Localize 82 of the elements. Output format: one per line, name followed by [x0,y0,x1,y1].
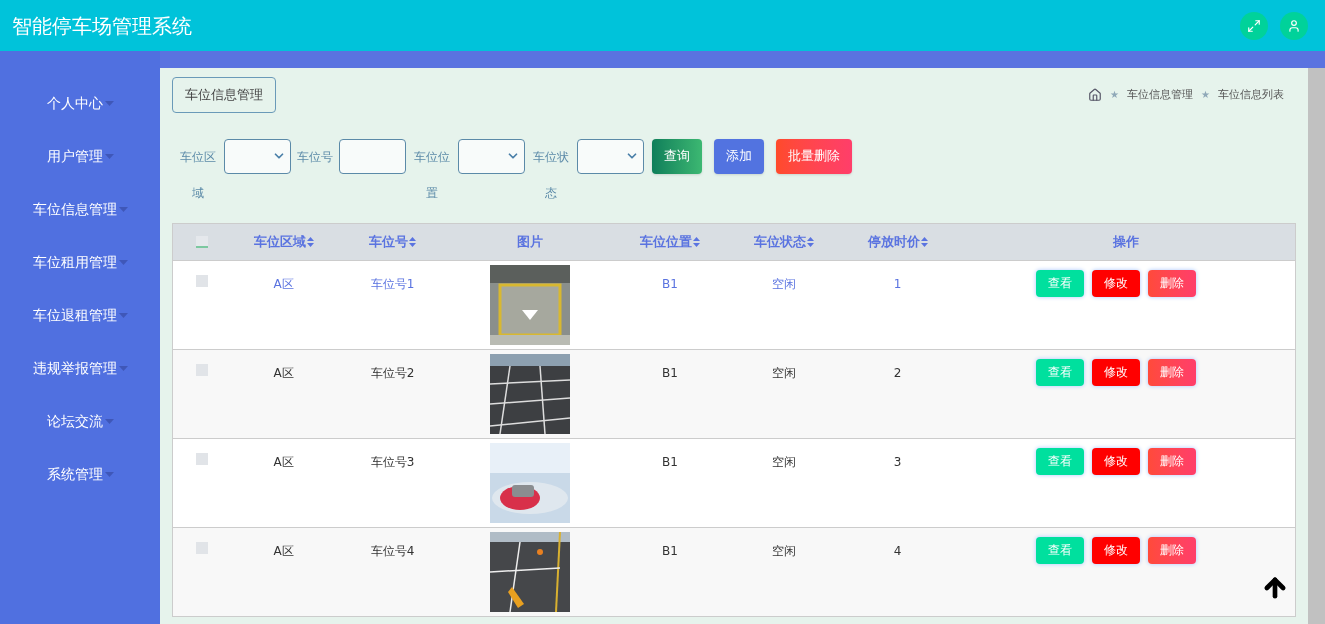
sort-icon[interactable] [807,237,814,248]
table-cell-text: A区 [273,453,294,471]
fullscreen-button[interactable] [1240,11,1268,40]
table-cell-text: 空闲 [772,364,796,382]
search-button[interactable]: 查询 [652,138,702,174]
table-cell-text: 2 [893,364,902,382]
checkbox[interactable] [196,452,208,465]
breadcrumb-item[interactable]: 车位信息列表 [1218,86,1284,103]
table-cell-text: 车位号2 [370,364,415,382]
user-icon [1287,18,1301,33]
expand-icon [1247,18,1261,33]
scrollbar[interactable] [1308,68,1325,624]
table-cell-text: B1 [662,275,678,293]
table-cell-text: 车位号3 [370,453,415,471]
table-cell-text: 3 [893,453,902,471]
column-header[interactable]: 操作 [1112,231,1139,252]
caret-icon [104,101,114,106]
sort-icon[interactable] [409,237,416,248]
delete-button[interactable]: 批量删除 [776,138,852,174]
sidebar-item[interactable]: 车位退租管理 [0,289,160,342]
caret-icon [118,260,128,265]
sidebar-item[interactable]: 车位信息管理 [0,183,160,236]
table-cell-text: B1 [662,364,678,382]
caret-icon [104,419,114,424]
column-header[interactable]: 车位区域 [253,231,314,252]
filter-label: 车位区域 [179,148,217,202]
checkbox[interactable] [196,235,208,248]
table-cell-text: 4 [893,542,902,560]
table-cell-text: B1 [662,453,678,471]
sidebar-item[interactable]: 车位租用管理 [0,236,160,289]
table-cell-text: 空闲 [772,542,796,560]
caret-icon [104,154,114,159]
delete-button[interactable]: 删除 [1147,358,1196,386]
separator-icon: ★ [1110,87,1120,103]
caret-icon [118,207,128,212]
filter-label: 车位位置 [413,148,451,202]
user-button[interactable] [1280,11,1308,40]
select-field[interactable] [577,138,644,174]
table-cell-text: A区 [273,542,294,560]
sort-icon[interactable] [693,237,700,248]
table-cell-text: A区 [273,364,294,382]
table-cell-text: 空闲 [772,453,796,471]
column-header[interactable]: 车位位置 [640,231,700,252]
sidebar-item[interactable]: 论坛交流 [0,395,160,448]
caret-icon [118,313,128,318]
table-cell-text: 车位号1 [370,275,415,293]
sidebar-item[interactable]: 个人中心 [0,77,160,130]
filter-label: 车位状态 [532,148,570,202]
add-button[interactable]: 添加 [714,138,764,174]
column-header[interactable]: 图片 [517,231,543,252]
column-header[interactable]: 停放时价 [867,231,928,252]
table-cell-text: 1 [893,275,902,293]
breadcrumb-item[interactable]: 车位信息管理 [1127,86,1194,103]
delete-button[interactable]: 删除 [1147,447,1196,475]
edit-button[interactable]: 修改 [1091,536,1140,564]
delete-button[interactable]: 删除 [1147,536,1196,564]
input-field[interactable] [339,138,406,174]
table-cell-text: 车位号4 [370,542,415,560]
sidebar-item[interactable]: 系统管理 [0,448,160,501]
table-cell-text: A区 [273,275,294,293]
page-tab[interactable]: 车位信息管理 [172,77,276,113]
sort-icon[interactable] [306,237,314,248]
filter-label: 车位号 [297,148,333,166]
column-header[interactable]: 车位号 [369,231,416,252]
select-field[interactable] [224,138,291,174]
table-cell-text: B1 [662,542,678,560]
caret-icon [104,472,114,477]
edit-button[interactable]: 修改 [1091,358,1140,386]
column-header[interactable]: 车位状态 [754,231,814,252]
caret-icon [118,366,128,371]
app-title: 智能停车场管理系统 [12,12,192,40]
sort-icon[interactable] [920,237,928,248]
delete-button[interactable]: 删除 [1147,269,1196,297]
home-icon[interactable] [1088,87,1103,102]
table-cell-text: 空闲 [772,275,796,293]
edit-button[interactable]: 修改 [1091,269,1140,297]
separator-icon: ★ [1201,87,1210,103]
select-field[interactable] [458,138,525,174]
sidebar-item[interactable]: 违规举报管理 [0,342,160,395]
checkbox[interactable] [196,274,208,287]
sidebar-item[interactable]: 用户管理 [0,130,160,183]
edit-button[interactable]: 修改 [1091,447,1140,475]
